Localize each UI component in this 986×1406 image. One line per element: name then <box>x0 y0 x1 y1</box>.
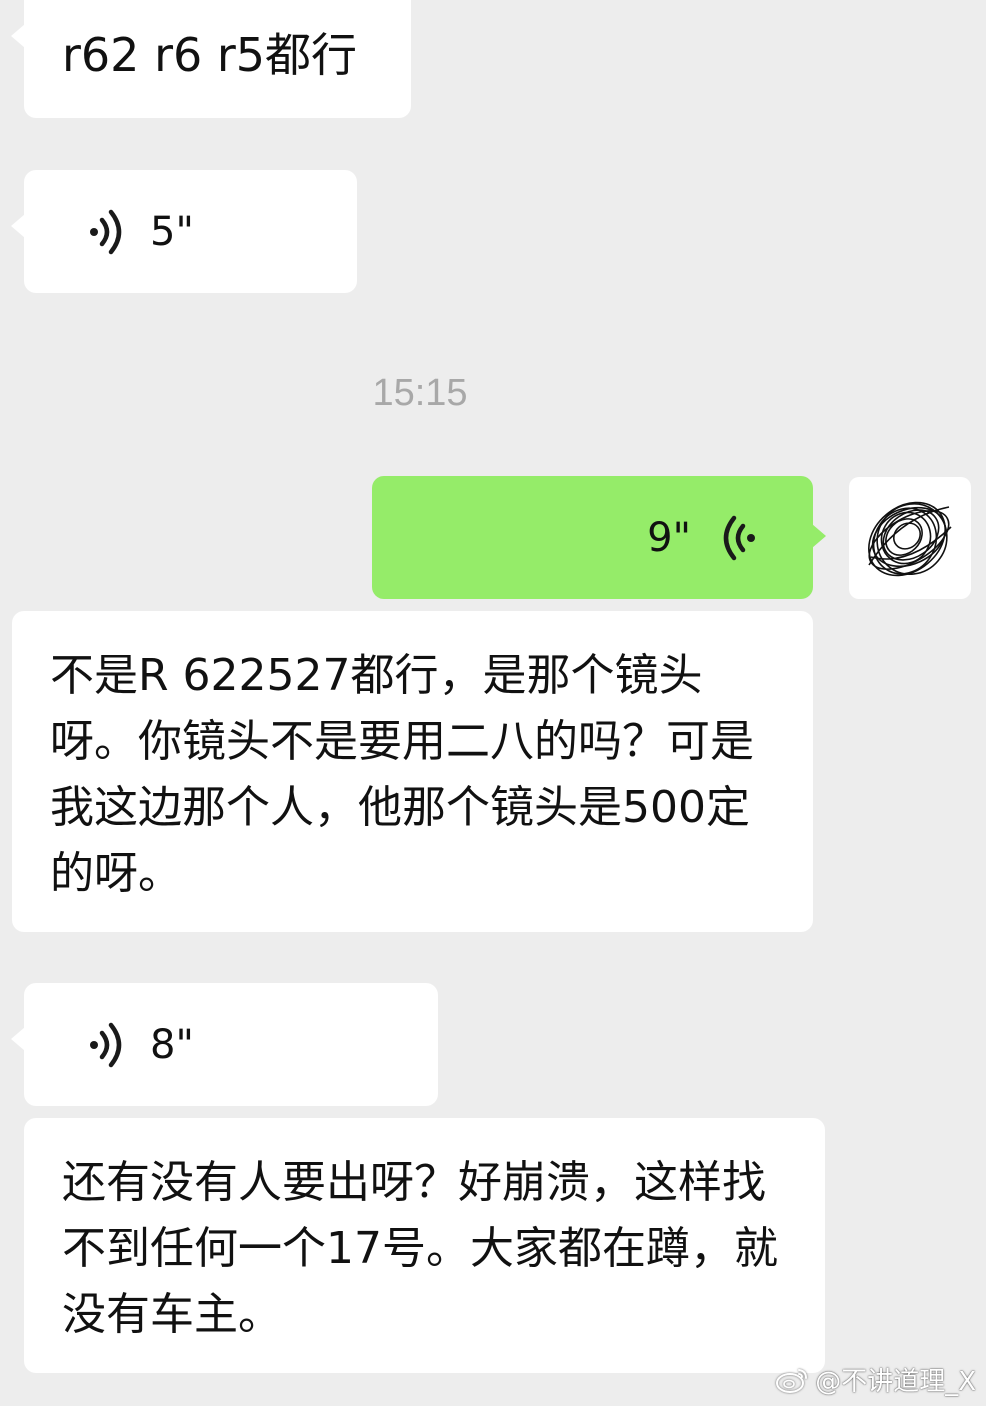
incoming-voice-message-2[interactable]: 8" <box>11 983 438 1106</box>
incoming-text-message-2[interactable]: 不是R 622527都行，是那个镜头呀。你镜头不是要用二八的吗？可是我这边那个人… <box>12 611 813 932</box>
weibo-icon <box>776 1368 808 1393</box>
watermark-text: @不讲道理_X <box>815 1367 976 1397</box>
voice-duration: 8" <box>150 1021 194 1068</box>
voice-wave-icon <box>90 1022 122 1067</box>
weibo-watermark: @不讲道理_X <box>775 1361 976 1398</box>
incoming-voice-message-1[interactable]: 5" <box>11 170 357 293</box>
outgoing-voice-message[interactable]: 9" <box>372 476 826 599</box>
voice-duration: 9" <box>647 514 691 561</box>
user-avatar[interactable] <box>849 477 971 599</box>
incoming-text-message-1[interactable]: r62 r6 r5都行 <box>11 0 411 118</box>
voice-wave-icon <box>723 515 755 560</box>
voice-duration: 5" <box>150 208 194 255</box>
message-text: r62 r6 r5都行 <box>62 28 358 82</box>
message-text: 不是R 622527都行，是那个镜头呀。你镜头不是要用二八的吗？可是我这边那个人… <box>50 650 754 899</box>
voice-wave-icon <box>90 209 122 254</box>
scribble-avatar-icon <box>868 501 952 577</box>
incoming-text-message-3[interactable]: 还有没有人要出呀？好崩溃，这样找不到任何一个17号。大家都在蹲，就没有车主。 <box>24 1118 825 1373</box>
message-text: 还有没有人要出呀？好崩溃，这样找不到任何一个17号。大家都在蹲，就没有车主。 <box>62 1157 778 1340</box>
chat-timestamp: 15:15 <box>372 372 468 414</box>
